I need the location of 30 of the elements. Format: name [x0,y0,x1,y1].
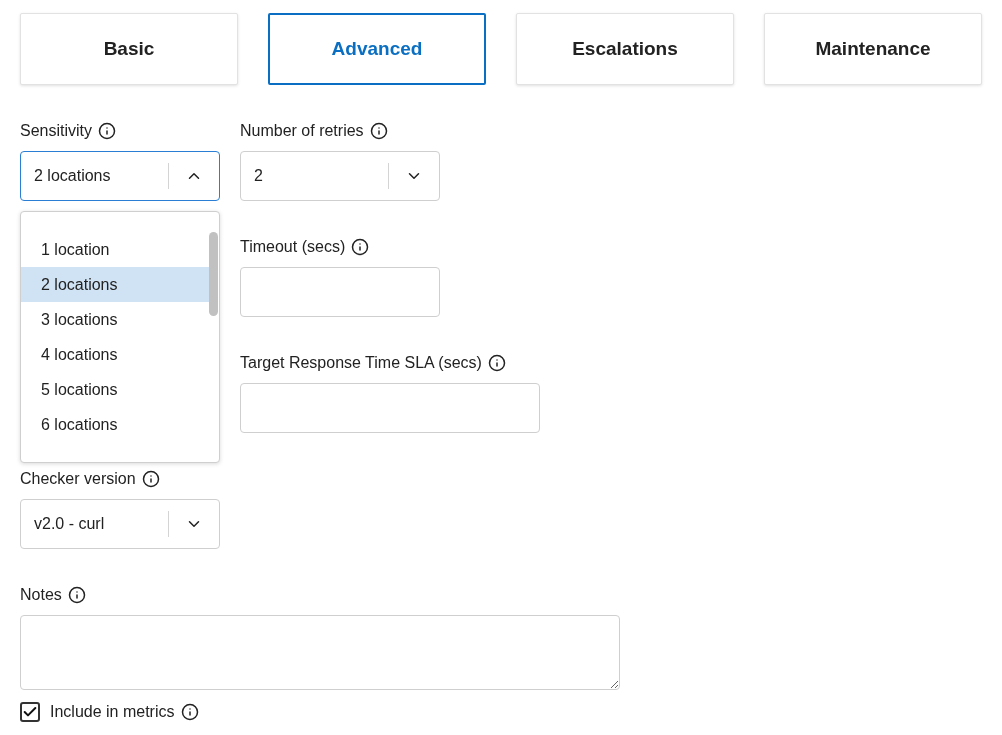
text-field[interactable] [240,267,440,317]
info-icon[interactable] [180,703,199,721]
info-icon[interactable] [487,354,506,372]
info-icon[interactable] [369,122,388,140]
tab[interactable]: Advanced [268,13,486,85]
field-label: Target Response Time SLA (secs) [240,353,482,373]
field-label: Notes [20,585,62,605]
info-icon[interactable] [141,470,160,488]
tab[interactable]: Maintenance [764,13,982,85]
field-label: Checker version [20,469,136,489]
field-label: Sensitivity [20,121,93,141]
select-dropdown[interactable]: 2 [240,151,440,201]
checkbox[interactable] [20,702,40,722]
info-icon[interactable] [67,586,86,604]
info-icon[interactable] [351,238,370,256]
field-label: Number of retries [240,121,364,141]
field-label: Timeout (secs) [240,237,346,257]
info-icon[interactable] [98,122,117,140]
text-field[interactable] [240,383,540,433]
tab[interactable]: Escalations [516,13,734,85]
select-dropdown[interactable]: 2 locations [20,151,220,201]
select-dropdown[interactable]: v2.0 - curl [20,499,220,549]
select-value: 2 locations [33,166,112,186]
tab[interactable]: Basic [20,13,238,85]
notes-field[interactable] [20,615,620,690]
dropdown-option[interactable]: 2 locations [21,267,209,302]
select-value: 2 [253,166,264,186]
select-value: v2.0 - curl [33,514,106,534]
checkbox-label: Include in metrics [50,702,175,722]
scrollbar-thumb[interactable] [209,232,218,316]
